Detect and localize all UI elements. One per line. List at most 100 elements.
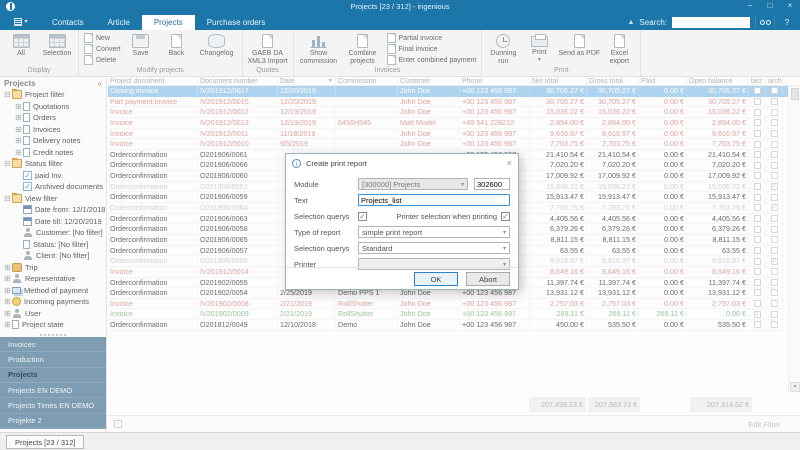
arch-checkbox[interactable] [770,183,778,191]
table-row[interactable]: Part payment invoice IV201912/0015 12/20/2… [108,96,800,108]
delete-button[interactable]: Delete [84,55,121,65]
bez-checkbox[interactable] [753,172,761,180]
cell-arch[interactable] [766,96,783,107]
minimize-icon[interactable]: – [740,0,760,13]
table-row[interactable]: Invoice IV201902/0008 2/21/2019 RollShutter… [108,298,800,310]
bez-checkbox[interactable] [753,300,761,308]
cell-arch[interactable] [766,171,783,181]
abort-button[interactable]: Abort [466,271,510,286]
tree-item-credit-notes[interactable]: ⊞ Credit notes [0,147,106,159]
bez-checkbox[interactable] [753,225,761,233]
nav-button-production[interactable]: Production [0,352,106,368]
text-input[interactable] [358,194,510,206]
expand-icon[interactable]: ⊞ [14,136,23,145]
cell-bez[interactable] [749,309,766,320]
tree-item-invoices[interactable]: ⊞ Invoices [0,124,106,136]
arch-checkbox[interactable] [770,246,778,254]
partial-invoice-button[interactable]: Partial invoice [386,33,477,43]
collapse-icon[interactable]: ⊟ [3,159,12,168]
nav-button-projects-en-demo[interactable]: Projects EN DEMO [0,382,106,399]
cell-arch[interactable] [766,107,783,117]
expand-icon[interactable]: ⊞ [3,274,12,283]
nav-button-projects-times-en-demo[interactable]: Projects Times EN DEMO [0,398,106,414]
cell-arch[interactable] [766,288,783,298]
bez-checkbox[interactable] [753,119,761,127]
arch-checkbox[interactable] [770,236,778,244]
expand-icon[interactable]: ⊞ [3,263,12,272]
expand-icon[interactable]: ⊞ [14,102,23,111]
cell-bez[interactable] [749,277,766,288]
column-header-date[interactable]: Date ▼ [278,77,336,85]
vertical-scrollbar[interactable]: ▾ [788,86,800,393]
arch-checkbox[interactable] [770,87,778,95]
cell-arch[interactable] [766,266,783,277]
tree-item-view-filter[interactable]: ⊟ View filter [0,192,106,205]
cell-arch[interactable] [766,298,783,309]
selection-querys-checkbox[interactable] [358,211,367,221]
bez-checkbox[interactable] [753,268,761,276]
show-commission-button[interactable]: Show commission [297,32,341,65]
tree-item-method-of-payment[interactable]: ⊞ Method of payment [0,285,106,297]
column-header-commission[interactable]: Commission [336,77,398,85]
cell-bez[interactable] [749,107,766,117]
bez-checkbox[interactable] [753,108,761,116]
nav-button-projects[interactable]: Projects [0,367,106,383]
tree-item-status-no-filter-[interactable]: Status: [No filter] [0,239,106,251]
cell-arch[interactable] [766,213,783,224]
expand-icon[interactable]: ⊞ [14,148,23,157]
cell-arch[interactable] [766,245,783,256]
maximize-icon[interactable]: □ [760,0,780,13]
tree-item-delivery-notes[interactable]: ⊞ Delivery notes [0,135,106,147]
arch-checkbox[interactable] [770,119,778,127]
filter-enabled-checkbox[interactable] [114,420,122,428]
table-row[interactable]: Closing invoice IV201912/0017 12/20/2019 Jo… [108,86,800,97]
arch-checkbox[interactable] [770,204,778,212]
column-header-type[interactable]: Project document [108,77,198,85]
app-menu-button[interactable]: ▾ [8,15,34,28]
column-header-paid[interactable]: Paid [639,77,687,85]
arch-checkbox[interactable] [770,108,778,116]
type-of-report-select[interactable]: simple print report ▾ [358,226,510,238]
ribbon-collapse-icon[interactable]: ▲ [627,19,634,26]
send-as-pdf-button[interactable]: Send as PDF [557,32,601,58]
cell-arch[interactable] [766,309,783,320]
expand-icon[interactable]: ⊞ [3,320,12,329]
cell-arch[interactable] [766,181,783,192]
selection-querys-select[interactable]: Standard ▾ [358,242,510,254]
bez-checkbox[interactable] [753,246,761,254]
cell-bez[interactable] [749,117,766,128]
cell-bez[interactable] [749,288,766,298]
print-button[interactable]: Print ▾ [521,32,557,64]
bez-checkbox[interactable] [753,257,761,265]
bez-checkbox[interactable] [753,236,761,244]
collapse-icon[interactable]: ⊟ [3,194,12,203]
cell-arch[interactable] [766,277,783,288]
arch-checkbox[interactable] [770,321,778,329]
bez-checkbox[interactable] [753,193,761,201]
help-icon[interactable]: ? [780,18,794,27]
all-button[interactable]: All [3,32,39,58]
module-select[interactable]: [300000] Projects ▾ [358,178,468,190]
expand-icon[interactable]: ⊞ [3,309,12,318]
collapse-icon[interactable]: ⊟ [3,90,12,99]
column-header-gross[interactable]: Gross total [587,77,639,85]
cell-bez[interactable] [749,266,766,277]
bez-checkbox[interactable] [753,183,761,191]
cell-bez[interactable] [749,171,766,181]
table-row[interactable]: Invoice IV201912/0013 12/19/2019 6456H545 Ma… [108,117,800,129]
tree-item-incoming-payments[interactable]: ⊞ Incoming payments [0,296,106,308]
bez-checkbox[interactable] [753,87,761,95]
cell-arch[interactable] [766,256,783,266]
cell-bez[interactable] [749,160,766,171]
cell-arch[interactable] [766,139,783,149]
convert-button[interactable]: Convert [84,44,121,54]
column-header-customer[interactable]: Customer [398,77,460,85]
arch-checkbox[interactable] [770,140,778,148]
arch-checkbox[interactable] [770,278,778,286]
cell-arch[interactable] [766,160,783,171]
bez-checkbox[interactable] [753,289,761,297]
tree-item-project-state[interactable]: ⊞ Project state [0,319,106,331]
nav-button-invoices[interactable]: Invoices [0,337,106,353]
final-invoice-button[interactable]: Final invoice [386,44,477,54]
dialog-close-icon[interactable]: × [507,158,512,168]
